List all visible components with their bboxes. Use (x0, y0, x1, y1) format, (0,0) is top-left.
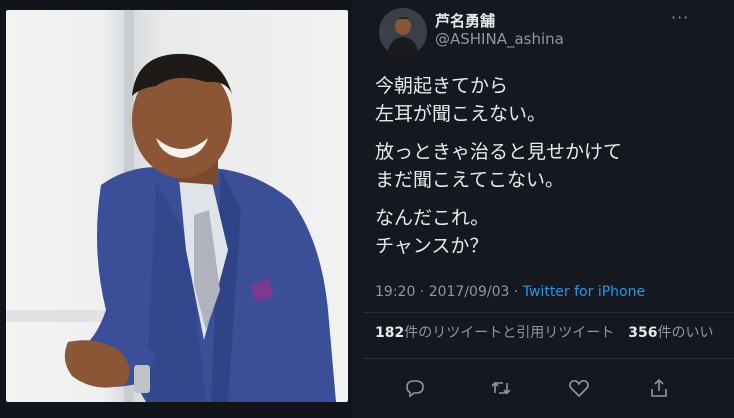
retweet-label[interactable]: 件のリツイートと引用リツイート (404, 325, 614, 341)
divider (363, 312, 734, 313)
tweet-line: チャンスか？ (375, 235, 489, 257)
tweet-line: なんだこれ。 (375, 207, 490, 229)
display-name[interactable]: 芦名勇舗 (435, 10, 495, 31)
tweet-line: 放っときゃ治ると見せかけて (375, 141, 623, 163)
like-label[interactable]: 件のいい (657, 325, 713, 341)
heart-icon (569, 379, 589, 398)
engagement-stats: 182件のリツイートと引用リツイート 356件のいい (375, 322, 713, 342)
timestamp-text[interactable]: 19:20 · 2017/09/03 · (375, 284, 523, 300)
more-icon[interactable]: ··· (671, 8, 689, 27)
retweet-icon (491, 381, 511, 395)
tweet-paragraph: 放っときゃ治ると見せかけて まだ聞こえてこない。 (375, 138, 725, 194)
source-link[interactable]: Twitter for iPhone (523, 284, 645, 300)
share-button[interactable] (647, 376, 671, 400)
avatar[interactable] (379, 8, 427, 56)
action-bar (363, 372, 734, 404)
reply-icon (406, 380, 424, 398)
tweet-paragraph: 今朝起きてから 左耳が聞こえない。 (375, 72, 725, 128)
reply-button[interactable] (403, 376, 427, 400)
tweet-line: 今朝起きてから (375, 75, 509, 97)
tweet-line: まだ聞こえてこない。 (375, 169, 565, 191)
retweet-button[interactable] (489, 376, 513, 400)
man-in-suit-image (6, 10, 336, 402)
like-count[interactable]: 356 (628, 325, 657, 341)
user-handle[interactable]: @ASHINA_ashina (435, 30, 564, 48)
tweet-card: 芦名勇舗 @ASHINA_ashina ··· 今朝起きてから 左耳が聞こえない… (353, 0, 734, 418)
screenshot: 芦名勇舗 @ASHINA_ashina ··· 今朝起きてから 左耳が聞こえない… (0, 0, 734, 418)
like-button[interactable] (567, 376, 591, 400)
tweet-text: 今朝起きてから 左耳が聞こえない。 放っときゃ治ると見せかけて まだ聞こえてこな… (375, 72, 725, 270)
tweet-line: 左耳が聞こえない。 (375, 103, 547, 125)
avatar-image (379, 8, 427, 56)
retweet-count[interactable]: 182 (375, 325, 404, 341)
tweet-paragraph: なんだこれ。 チャンスか？ (375, 204, 725, 260)
share-icon (651, 378, 667, 397)
tweet-timestamp: 19:20 · 2017/09/03 · Twitter for iPhone (375, 284, 645, 300)
divider (363, 358, 734, 359)
profile-photo (6, 10, 348, 402)
